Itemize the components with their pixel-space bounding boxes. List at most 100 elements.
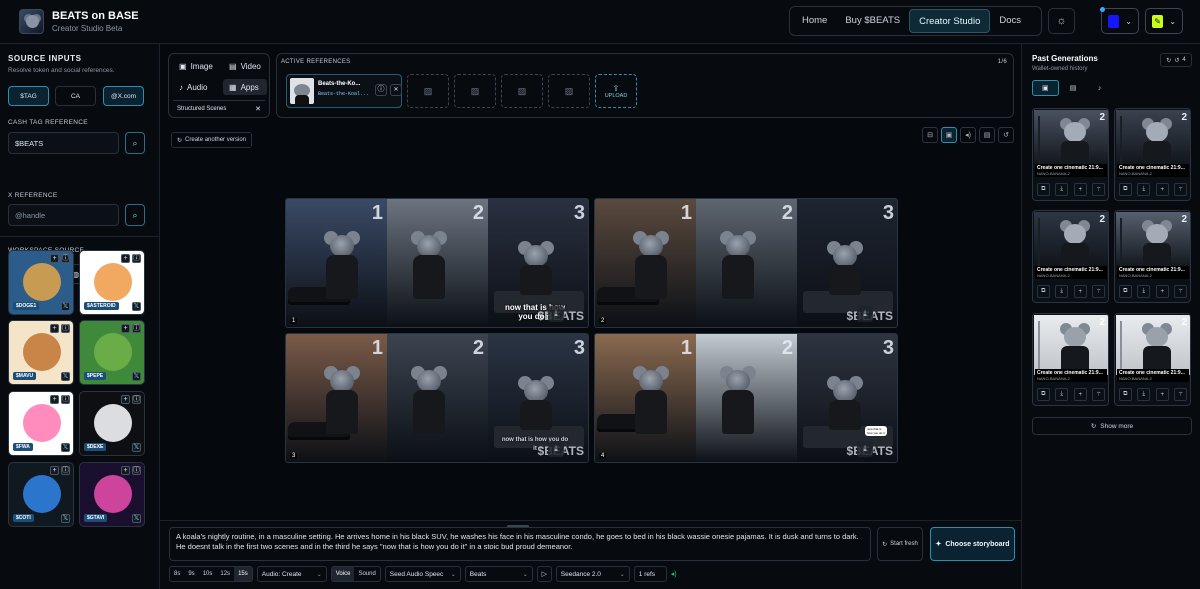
x-handle-input[interactable] <box>8 204 119 226</box>
token-card[interactable]: + ⓘ $PEPE 𝕏 <box>79 320 145 385</box>
magic-wand-icon[interactable]: ⚚ <box>1092 388 1106 401</box>
start-fresh-button[interactable]: ↻ Start fresh <box>877 527 923 561</box>
x-link-icon[interactable]: 𝕏 <box>61 302 70 311</box>
theme-toggle-button[interactable]: ☼ <box>1048 8 1075 34</box>
generation-card[interactable]: 2 Create one cinematic 21:9... NANO-BANANA… <box>1032 210 1109 303</box>
audio-mode-select[interactable]: Audio: Create ⌄ <box>256 566 327 582</box>
video-model-select[interactable]: Seedance 2.0 ⌄ <box>555 566 630 582</box>
duration-10s[interactable]: 10s <box>199 567 217 581</box>
cashtag-search-button[interactable]: ⌕ <box>125 132 145 154</box>
info-icon[interactable]: ⓘ <box>61 254 70 263</box>
generation-card[interactable]: 2 Create one cinematic 21:9... NANO-BANANA… <box>1032 313 1109 406</box>
filter-audio[interactable]: ♪ <box>1087 80 1112 96</box>
nav-home[interactable]: Home <box>793 9 836 33</box>
tab-tag[interactable]: $TAG <box>8 86 49 106</box>
open-icon[interactable]: ⧉ <box>1036 183 1050 196</box>
download-icon[interactable]: ⤓ <box>1137 388 1151 401</box>
info-icon[interactable]: ⓘ <box>132 254 141 263</box>
empty-ref-slot[interactable]: ▨ <box>454 74 496 108</box>
audio-model-select[interactable]: Seed Audio Speec ⌄ <box>384 566 461 582</box>
create-version-button[interactable]: ↻ Create another version <box>171 132 253 148</box>
info-icon[interactable]: ⓘ <box>132 324 141 333</box>
speaker-icon[interactable]: ◂) <box>671 570 677 578</box>
magic-wand-icon[interactable]: ⚚ <box>1092 183 1106 196</box>
empty-ref-slot[interactable]: ▨ <box>548 74 590 108</box>
structured-scenes-chip[interactable]: Structured Scenes ✕ <box>173 100 265 114</box>
add-icon[interactable]: + <box>1073 388 1087 401</box>
brand[interactable]: BEATS on BASE Creator Studio Beta <box>19 9 139 34</box>
info-icon[interactable]: ⓘ <box>375 84 387 96</box>
refs-badge[interactable]: 1 refs <box>633 566 667 582</box>
add-icon[interactable]: + <box>1073 285 1087 298</box>
token-card[interactable]: + ⓘ $ASTEROID 𝕏 <box>79 250 145 315</box>
x-link-icon[interactable]: 𝕏 <box>61 443 70 452</box>
show-more-button[interactable]: ↻ Show more <box>1032 417 1192 435</box>
view-video-button[interactable]: ▤ <box>979 127 995 143</box>
tab-image[interactable]: ▣ Image <box>173 58 217 74</box>
network-select-button[interactable]: ⌄ <box>1100 7 1139 34</box>
x-link-icon[interactable]: 𝕏 <box>61 372 70 381</box>
open-icon[interactable]: ⧉ <box>1036 285 1050 298</box>
sound-option[interactable]: Sound <box>354 567 379 581</box>
x-link-icon[interactable]: 𝕏 <box>61 514 70 523</box>
open-icon[interactable]: ⧉ <box>1118 183 1132 196</box>
prompt-textarea[interactable]: A koala's nightly routine, in a masculin… <box>169 527 871 561</box>
add-icon[interactable]: + <box>1155 388 1169 401</box>
download-button[interactable]: ⤓ <box>548 306 564 322</box>
x-link-icon[interactable]: 𝕏 <box>132 302 141 311</box>
download-button[interactable]: ⤓ <box>857 441 873 457</box>
add-icon[interactable]: + <box>1155 285 1169 298</box>
generation-card[interactable]: 2 Create one cinematic 21:9... NANO-BANANA… <box>1114 313 1191 406</box>
view-archive-button[interactable]: ⊟ <box>922 127 938 143</box>
generation-card[interactable]: 2 Create one cinematic 21:9... NANO-BANANA… <box>1114 108 1191 201</box>
tab-x[interactable]: @X.com <box>103 86 144 106</box>
add-token-icon[interactable]: + <box>121 324 130 333</box>
filter-image[interactable]: ▣ <box>1032 80 1059 96</box>
magic-wand-icon[interactable]: ⚚ <box>1174 285 1188 298</box>
history-button[interactable]: ↺ <box>998 127 1014 143</box>
download-icon[interactable]: ⤓ <box>1137 285 1151 298</box>
info-icon[interactable]: ⓘ <box>61 324 70 333</box>
scene-tile[interactable]: 123now that is how you do it$BEATS3⤓ <box>285 333 589 463</box>
download-icon[interactable]: ⤓ <box>1137 183 1151 196</box>
duration-12s[interactable]: 12s <box>216 567 234 581</box>
x-link-icon[interactable]: 𝕏 <box>132 372 141 381</box>
download-icon[interactable]: ⤓ <box>1055 388 1069 401</box>
scene-tile[interactable]: 123$BEATS2⤓ <box>594 198 898 328</box>
choose-storyboard-button[interactable]: ✦ Choose storyboard <box>930 527 1015 561</box>
token-card[interactable]: + ⓘ $GTAVI 𝕏 <box>79 462 145 527</box>
x-search-button[interactable]: ⌕ <box>125 204 145 226</box>
view-image-button[interactable]: ▣ <box>941 127 957 143</box>
magic-wand-icon[interactable]: ⚚ <box>1174 183 1188 196</box>
info-icon[interactable]: ⓘ <box>132 466 141 475</box>
scene-tile[interactable]: 123now that is how you do it$BEATS1⤓ <box>285 198 589 328</box>
empty-ref-slot[interactable]: ▨ <box>501 74 543 108</box>
download-button[interactable]: ⤓ <box>548 441 564 457</box>
download-icon[interactable]: ⤓ <box>1055 183 1069 196</box>
open-icon[interactable]: ⧉ <box>1036 388 1050 401</box>
empty-ref-slot[interactable]: ▨ <box>407 74 449 108</box>
scene-tile[interactable]: 123now that is how you do it$BEATS4⤓ <box>594 333 898 463</box>
filter-video[interactable]: ▤ <box>1061 80 1086 96</box>
magic-wand-icon[interactable]: ⚚ <box>1174 388 1188 401</box>
info-icon[interactable]: ⓘ <box>61 395 70 404</box>
download-button[interactable]: ⤓ <box>857 306 873 322</box>
tab-video[interactable]: ▤ Video <box>223 58 267 74</box>
close-icon[interactable]: ✕ <box>390 84 402 96</box>
magic-wand-icon[interactable]: ⚚ <box>1092 285 1106 298</box>
add-token-icon[interactable]: + <box>121 254 130 263</box>
token-card[interactable]: + ⓘ $COTI 𝕏 <box>8 462 74 527</box>
tab-apps[interactable]: ▦ Apps <box>223 79 267 95</box>
generation-card[interactable]: 2 Create one cinematic 21:9... NANO-BANANA… <box>1032 108 1109 201</box>
close-icon[interactable]: ✕ <box>255 105 261 113</box>
refresh-history-button[interactable]: ↻ ↺ 4 <box>1160 53 1192 67</box>
duration-9s[interactable]: 9s <box>184 567 198 581</box>
add-token-icon[interactable]: + <box>50 395 59 404</box>
add-token-icon[interactable]: + <box>121 466 130 475</box>
generation-card[interactable]: 2 Create one cinematic 21:9... NANO-BANANA… <box>1114 210 1191 303</box>
view-audio-button[interactable]: ◂) <box>960 127 976 143</box>
nav-buy-beats[interactable]: Buy $BEATS <box>836 9 909 33</box>
info-icon[interactable]: ⓘ <box>61 466 70 475</box>
add-token-icon[interactable]: + <box>50 466 59 475</box>
x-link-icon[interactable]: 𝕏 <box>132 443 141 452</box>
